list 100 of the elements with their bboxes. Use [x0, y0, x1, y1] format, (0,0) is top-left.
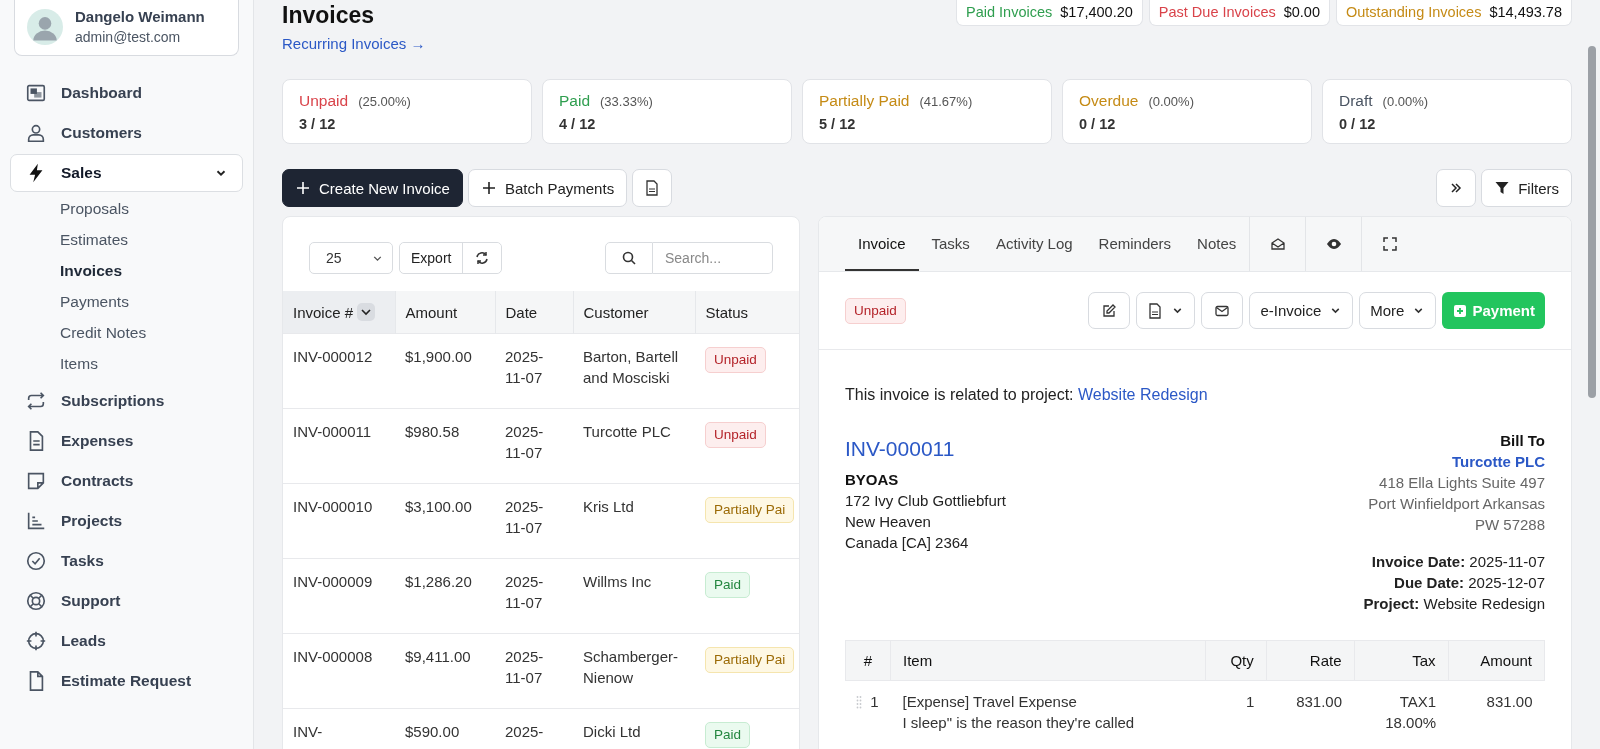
- item-description: I sleep" is the reason they're called: [902, 713, 1136, 733]
- status-label: Draft: [1339, 92, 1373, 110]
- total-value: $17,400.20: [1060, 4, 1133, 20]
- bill-to-heading: Bill To: [1500, 431, 1545, 451]
- status-card[interactable]: Partially Paid (41.67%) 5 / 12: [802, 79, 1052, 144]
- customer-address-line: 418 Ella Lights Suite 497: [1379, 473, 1545, 493]
- search-field[interactable]: Search...: [653, 242, 773, 274]
- status-badge: Unpaid: [845, 297, 906, 324]
- column-header[interactable]: Invoice #: [283, 291, 395, 334]
- column-header: Item: [890, 640, 1206, 681]
- column-header[interactable]: Status: [695, 291, 799, 334]
- tab[interactable]: Notes: [1184, 217, 1250, 271]
- per-page-select[interactable]: 25: [309, 242, 393, 274]
- sidebar-item[interactable]: Estimate Request: [10, 662, 243, 700]
- collapse-button[interactable]: [1436, 169, 1477, 207]
- tax-name: TAX1: [1398, 692, 1437, 712]
- sidebar-item[interactable]: Projects: [10, 502, 243, 540]
- sidebar-item[interactable]: Contracts: [10, 462, 243, 500]
- create-invoice-button[interactable]: Create New Invoice: [282, 169, 463, 207]
- status-percent: (25.00%): [358, 94, 411, 109]
- tab[interactable]: Invoice: [845, 217, 919, 271]
- status-label: Paid: [559, 92, 591, 110]
- dashboard-icon: [25, 82, 47, 104]
- pdf-dropdown-button[interactable]: [1136, 292, 1196, 329]
- sidebar-item[interactable]: Expenses: [10, 422, 243, 460]
- invoice-number: INV-000011: [845, 438, 956, 459]
- table-cell: INV-: [283, 708, 395, 749]
- table-cell: Dicki Ltd: [573, 708, 695, 749]
- table-cell: Barton, Bartell and Mosciski: [573, 333, 695, 409]
- column-header[interactable]: Amount: [395, 291, 495, 334]
- total-label: Past Due Invoices: [1158, 4, 1276, 20]
- status-card[interactable]: Paid (33.33%) 4 / 12: [542, 79, 792, 144]
- tab[interactable]: Reminders: [1085, 217, 1185, 271]
- sidebar-subitem[interactable]: Estimates: [60, 225, 243, 256]
- customer-address-line: PW 57288: [1474, 515, 1545, 535]
- table-cell: 2025-11-07: [495, 558, 573, 634]
- sidebar-item[interactable]: Customers: [10, 114, 243, 152]
- column-header: Rate: [1266, 640, 1355, 681]
- edit-button[interactable]: [1088, 292, 1131, 329]
- sidebar-item[interactable]: Leads: [10, 622, 243, 660]
- user-card[interactable]: Dangelo Weimann admin@test.com: [14, 0, 239, 56]
- fullscreen-icon: [1381, 236, 1398, 252]
- table-cell: 831.00: [1448, 680, 1545, 743]
- sidebar-subitem[interactable]: Credit Notes: [60, 318, 243, 349]
- more-dropdown[interactable]: More: [1359, 292, 1437, 329]
- company-address-line: 172 Ivy Club Gottliebfurt: [845, 491, 1006, 511]
- batch-payments-button[interactable]: Batch Payments: [467, 169, 628, 207]
- company-name: BYOAS: [845, 470, 900, 490]
- status-card[interactable]: Draft (0.00%) 0 / 12: [1322, 79, 1572, 144]
- filters-button[interactable]: Filters: [1481, 169, 1572, 207]
- e-invoice-dropdown[interactable]: e-Invoice: [1249, 292, 1354, 329]
- drag-handle-icon[interactable]: [856, 694, 863, 709]
- status-card[interactable]: Overdue (0.00%) 0 / 12: [1062, 79, 1312, 144]
- sort-chevron-icon: [357, 303, 376, 321]
- customer-link[interactable]: Turcotte PLC: [1451, 451, 1545, 472]
- status-percent: (0.00%): [1382, 94, 1429, 109]
- plus-icon: [295, 180, 311, 196]
- total-label: Outstanding Invoices: [1346, 4, 1482, 20]
- table-cell: $1,286.20: [395, 558, 495, 634]
- sidebar-subitem[interactable]: Invoices: [60, 256, 243, 287]
- note-icon: [25, 470, 47, 492]
- status-count: 4 / 12: [559, 116, 597, 132]
- tab[interactable]: Tasks: [918, 217, 983, 271]
- sidebar-item[interactable]: Tasks: [10, 542, 243, 580]
- pdf-file-icon: [644, 180, 661, 196]
- sidebar-subitem[interactable]: Proposals: [60, 194, 243, 225]
- project-link[interactable]: Website Redesign: [1078, 386, 1208, 403]
- invoice-meta-line: Invoice Date: 2025-11-07: [1371, 552, 1545, 572]
- project-note: This invoice is related to project: Website Redesign: [845, 386, 1209, 404]
- company-address-line: New Heaven: [845, 512, 932, 532]
- sidebar-item[interactable]: Support: [10, 582, 243, 620]
- company-address-line: Canada [CA] 2364: [845, 533, 970, 553]
- sidebar-item[interactable]: Sales: [10, 154, 243, 192]
- table-cell: $3,100.00: [395, 483, 495, 559]
- table-cell: 2025-11-07: [495, 333, 573, 409]
- column-header: Tax: [1354, 640, 1449, 681]
- column-header: Qty: [1205, 640, 1267, 681]
- tab[interactable]: Activity Log: [982, 217, 1086, 271]
- bar-chart-icon: [25, 510, 47, 532]
- column-header[interactable]: Date: [495, 291, 573, 334]
- plus-square-icon: [1452, 302, 1469, 319]
- pencil-icon: [1101, 302, 1118, 319]
- sidebar-item[interactable]: Subscriptions: [10, 382, 243, 420]
- email-button[interactable]: [1201, 292, 1244, 329]
- recurring-invoices-link[interactable]: Recurring Invoices →: [282, 35, 426, 52]
- sidebar-item[interactable]: Dashboard: [10, 74, 243, 112]
- column-header[interactable]: Customer: [573, 291, 695, 334]
- status-count: 0 / 12: [1079, 116, 1117, 132]
- status-badge: Paid: [705, 572, 751, 598]
- status-card[interactable]: Unpaid (25.00%) 3 / 12: [282, 79, 532, 144]
- sidebar-subitem[interactable]: Items: [60, 349, 243, 380]
- table-cell: 831.00: [1266, 680, 1355, 743]
- sidebar-subitem[interactable]: Payments: [60, 287, 243, 318]
- pdf-file-icon: [1147, 302, 1164, 319]
- table-cell: $980.58: [395, 408, 495, 484]
- eye-icon: [1325, 236, 1342, 252]
- status-badge: Partially Pai: [705, 647, 795, 673]
- table-cell: 2025-11-07: [495, 633, 573, 709]
- pdf-export-button[interactable]: [632, 169, 673, 207]
- crosshair-icon: [25, 630, 47, 652]
